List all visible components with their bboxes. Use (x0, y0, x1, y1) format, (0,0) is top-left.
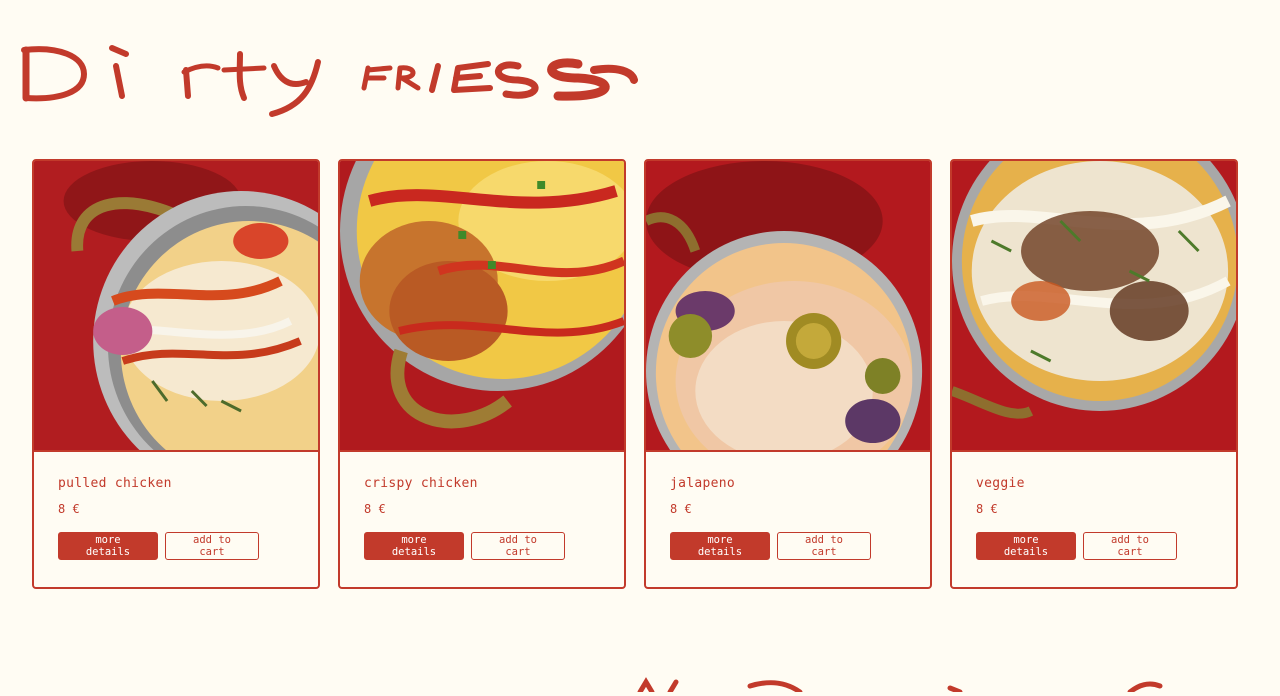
product-grid: pulled chicken 8 € more details add to c… (32, 159, 1238, 589)
product-image[interactable] (952, 161, 1236, 452)
product-name[interactable]: crispy chicken (364, 476, 624, 494)
product-name[interactable]: pulled chicken (58, 476, 318, 494)
more-details-button[interactable]: more details (670, 532, 770, 560)
add-to-cart-button[interactable]: add to cart (165, 532, 259, 560)
product-price: 8 € (976, 502, 998, 516)
more-details-button[interactable]: more details (58, 532, 158, 560)
product-name[interactable]: veggie (976, 476, 1236, 494)
product-card: crispy chicken 8 € more details add to c… (338, 159, 626, 589)
product-price: 8 € (58, 502, 80, 516)
add-to-cart-button[interactable]: add to cart (1083, 532, 1177, 560)
product-price: 8 € (670, 502, 692, 516)
more-details-button[interactable]: more details (976, 532, 1076, 560)
product-card: jalapeno 8 € more details add to cart (644, 159, 932, 589)
add-to-cart-button[interactable]: add to cart (471, 532, 565, 560)
product-card: pulled chicken 8 € more details add to c… (32, 159, 320, 589)
decorative-lettering (600, 672, 1200, 695)
brand-logo[interactable] (18, 40, 648, 120)
product-price: 8 € (364, 502, 386, 516)
product-image[interactable] (646, 161, 930, 452)
product-name[interactable]: jalapeno (670, 476, 930, 494)
product-image[interactable] (34, 161, 318, 452)
product-image[interactable] (340, 161, 624, 452)
more-details-button[interactable]: more details (364, 532, 464, 560)
product-card: veggie 8 € more details add to cart (950, 159, 1238, 589)
add-to-cart-button[interactable]: add to cart (777, 532, 871, 560)
